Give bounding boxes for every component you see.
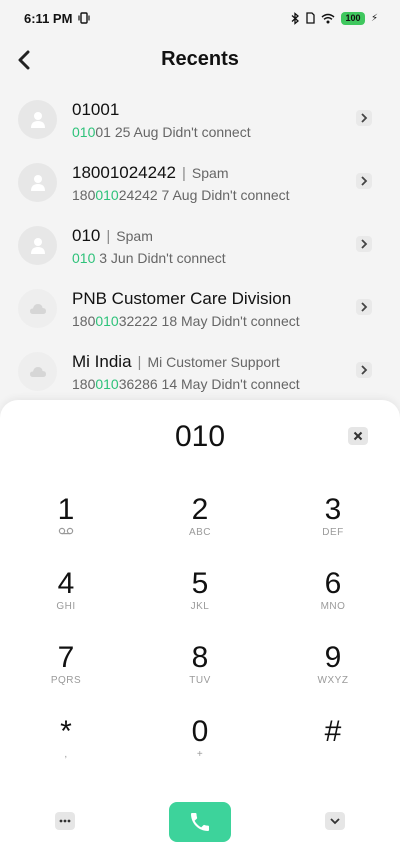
key-2[interactable]: 2 ABC — [150, 494, 250, 554]
chevron-down-icon — [330, 818, 340, 825]
key-9[interactable]: 9 WXYZ — [283, 642, 383, 702]
key-1[interactable]: 1 — [16, 494, 116, 554]
voicemail-icon — [58, 527, 74, 535]
sim-icon — [306, 12, 315, 24]
avatar — [18, 100, 57, 139]
collapse-keypad-button[interactable] — [325, 812, 345, 830]
contact-name: 010 — [72, 226, 101, 245]
call-date: 18 May — [161, 313, 208, 329]
cloud-icon — [29, 366, 46, 377]
number-match: 010 — [72, 250, 96, 266]
contact-name: 18001024242 — [72, 163, 177, 182]
separator: | — [137, 354, 142, 371]
call-button[interactable] — [169, 802, 231, 842]
contact-label: Spam — [191, 165, 229, 181]
wifi-icon — [321, 13, 335, 23]
person-icon — [30, 237, 45, 254]
recents-list: 01001 01001 25 Aug Didn't connect 180010… — [0, 90, 400, 405]
avatar — [18, 226, 57, 265]
contact-label: Mi Customer Support — [147, 354, 280, 370]
person-icon — [30, 174, 45, 191]
call-date: 7 Aug — [161, 187, 198, 203]
call-details: 18001024242 7 Aug Didn't connect — [72, 187, 290, 203]
details-button[interactable] — [356, 173, 372, 189]
list-item[interactable]: 010 | Spam 010 3 Jun Didn't connect — [0, 216, 400, 279]
number-match: 010 — [95, 376, 119, 392]
number-match: 010 — [95, 313, 119, 329]
phone-icon — [191, 813, 209, 831]
list-item[interactable]: Mi India | Mi Customer Support 18001036286… — [0, 342, 400, 405]
chevron-right-icon — [361, 113, 368, 123]
chevron-right-icon — [361, 365, 368, 375]
key-star[interactable]: * , — [16, 716, 116, 776]
details-button[interactable] — [356, 236, 372, 252]
key-7[interactable]: 7 PQRS — [16, 642, 116, 702]
details-button[interactable] — [356, 110, 372, 126]
status-bar: 6:11 PM 100 ⚡ — [0, 0, 400, 36]
header: Recents — [0, 42, 400, 80]
clear-button[interactable] — [348, 427, 368, 445]
contact-name: Mi India — [72, 352, 132, 371]
page-title: Recents — [161, 48, 239, 70]
details-button[interactable] — [356, 362, 372, 378]
more-dots-icon — [59, 819, 71, 823]
close-icon — [353, 431, 363, 441]
more-options-button[interactable] — [55, 812, 75, 830]
call-date: 25 Aug — [114, 124, 159, 140]
bluetooth-icon — [291, 11, 299, 25]
key-0[interactable]: 0 + — [150, 716, 250, 776]
key-hash[interactable]: # — [283, 716, 383, 776]
dialed-number[interactable]: 010 — [0, 420, 400, 454]
charging-icon: ⚡ — [370, 12, 378, 24]
number-match: 010 — [95, 187, 119, 203]
cloud-icon — [29, 303, 46, 314]
call-date: 14 May — [161, 376, 208, 392]
key-5[interactable]: 5 JKL — [150, 568, 250, 628]
chevron-right-icon — [361, 176, 368, 186]
chevron-right-icon — [361, 302, 368, 312]
call-status: Didn't connect — [137, 250, 226, 266]
dialer-panel: 010 1 2 ABC 3 DEF 4 GHI 5 JKL 6 MNO 7 PQ… — [0, 400, 400, 866]
call-date: 3 Jun — [99, 250, 134, 266]
status-time: 6:11 PM — [24, 10, 73, 26]
contact-label: Spam — [116, 228, 153, 244]
avatar — [18, 289, 57, 328]
list-item[interactable]: 01001 01001 25 Aug Didn't connect — [0, 90, 400, 153]
details-button[interactable] — [356, 299, 372, 315]
key-4[interactable]: 4 GHI — [16, 568, 116, 628]
list-item[interactable]: PNB Customer Care Division 18001032222 1… — [0, 279, 400, 342]
call-details: 01001 25 Aug Didn't connect — [72, 124, 251, 140]
separator: | — [106, 228, 111, 245]
person-icon — [30, 111, 45, 128]
call-status: Didn't connect — [211, 376, 300, 392]
call-status: Didn't connect — [162, 124, 251, 140]
call-details: 010 3 Jun Didn't connect — [72, 250, 226, 266]
contact-name: PNB Customer Care Division — [72, 289, 292, 308]
call-status: Didn't connect — [211, 313, 300, 329]
chevron-right-icon — [361, 239, 368, 249]
number-match: 010 — [72, 124, 96, 140]
avatar — [18, 163, 57, 202]
separator: | — [182, 165, 186, 182]
key-6[interactable]: 6 MNO — [283, 568, 383, 628]
key-8[interactable]: 8 TUV — [150, 642, 250, 702]
call-details: 18001032222 18 May Didn't connect — [72, 313, 300, 329]
key-3[interactable]: 3 DEF — [283, 494, 383, 554]
call-status: Didn't connect — [201, 187, 290, 203]
contact-name: 01001 — [72, 100, 120, 119]
call-details: 18001036286 14 May Didn't connect — [72, 376, 300, 392]
list-item[interactable]: 18001024242 | Spam 18001024242 7 Aug Didn'… — [0, 153, 400, 216]
avatar — [18, 352, 57, 391]
vibrate-icon — [78, 12, 91, 24]
battery-icon: 100 — [340, 11, 365, 25]
